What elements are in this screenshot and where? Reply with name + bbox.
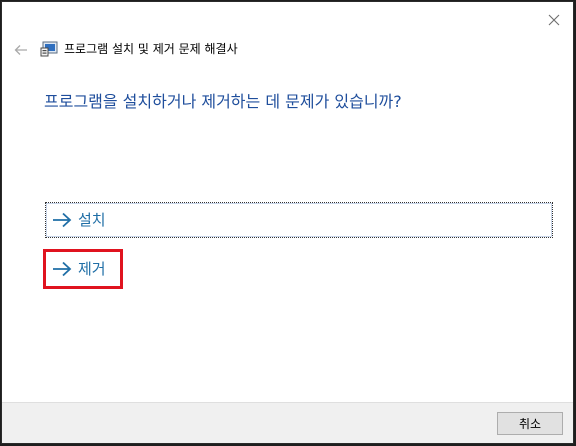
back-arrow-icon	[14, 45, 27, 55]
arrow-right-icon	[53, 212, 72, 228]
back-button[interactable]	[10, 40, 32, 60]
install-option-label: 설치	[78, 211, 106, 229]
remove-option[interactable]: 제거	[43, 249, 123, 289]
remove-option-label: 제거	[78, 260, 106, 278]
close-button[interactable]	[541, 8, 567, 32]
troubleshooter-icon	[40, 41, 58, 57]
window-title: 프로그램 설치 및 제거 문제 해결사	[64, 42, 238, 56]
close-icon	[548, 14, 560, 26]
arrow-right-icon	[53, 261, 72, 277]
page-question: 프로그램을 설치하거나 제거하는 데 문제가 있습니까?	[44, 92, 402, 111]
install-option[interactable]: 설치	[45, 202, 553, 238]
troubleshooter-window: 프로그램 설치 및 제거 문제 해결사 프로그램을 설치하거나 제거하는 데 문…	[1, 1, 574, 444]
cancel-button[interactable]: 취소	[497, 412, 563, 435]
footer-bar: 취소	[2, 402, 573, 443]
